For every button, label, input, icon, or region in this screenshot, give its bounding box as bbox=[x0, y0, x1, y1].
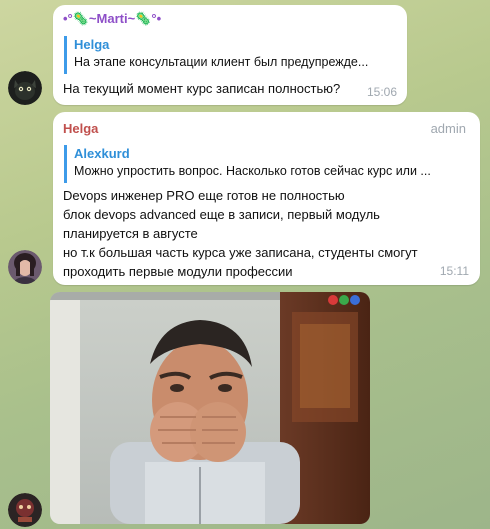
chat-history: •°🦠~Marti~🦠°• Helga На этапе консультаци… bbox=[0, 0, 490, 529]
message-line: проходить первые модули профессии bbox=[63, 264, 293, 279]
sender-name[interactable]: Helga bbox=[63, 121, 98, 136]
message-line: блок devops advanced еще в записи, первы… bbox=[63, 207, 380, 222]
game-avatar-icon bbox=[8, 493, 42, 527]
reply-author: Alexkurd bbox=[74, 146, 130, 161]
gif-dot-blue-icon bbox=[350, 295, 360, 305]
gif-dot-green-icon bbox=[339, 295, 349, 305]
reply-snippet: На этапе консультации клиент был предупр… bbox=[74, 55, 369, 69]
avatar-helga[interactable] bbox=[8, 250, 42, 284]
message-time: 15:06 bbox=[366, 85, 397, 99]
avatar-marti[interactable] bbox=[8, 71, 42, 105]
reply-snippet: Можно упростить вопрос. Насколько готов … bbox=[74, 164, 431, 178]
message-line: планируется в августе bbox=[63, 226, 198, 241]
message-line: но т.к большая часть курса уже записана,… bbox=[63, 245, 418, 260]
reply-author: Helga bbox=[74, 37, 110, 52]
message-time: 15:11 bbox=[439, 264, 469, 278]
sender-name[interactable]: •°🦠~Marti~🦠°• bbox=[63, 11, 161, 27]
message-line: Devops инженер PRO еще готов не полность… bbox=[63, 188, 345, 203]
cat-avatar-icon bbox=[8, 71, 42, 105]
reply-quote[interactable]: Helga На этапе консультации клиент был п… bbox=[64, 36, 394, 74]
message-text: На текущий момент курс записан полностью… bbox=[63, 81, 341, 96]
message-text: Devops инженер PRO еще готов не полность… bbox=[63, 186, 473, 281]
gif-thumbnail-image bbox=[50, 292, 370, 524]
woman-avatar-icon bbox=[8, 250, 42, 284]
gif-media[interactable] bbox=[50, 292, 370, 524]
admin-badge: admin bbox=[430, 121, 466, 136]
avatar-sender-3[interactable] bbox=[8, 493, 42, 527]
reply-quote[interactable]: Alexkurd Можно упростить вопрос. Насколь… bbox=[64, 145, 469, 183]
message-bubble-marti[interactable]: •°🦠~Marti~🦠°• Helga На этапе консультаци… bbox=[53, 5, 407, 105]
gif-dot-red-icon bbox=[328, 295, 338, 305]
message-bubble-helga[interactable]: Helga admin Alexkurd Можно упростить воп… bbox=[53, 112, 480, 285]
